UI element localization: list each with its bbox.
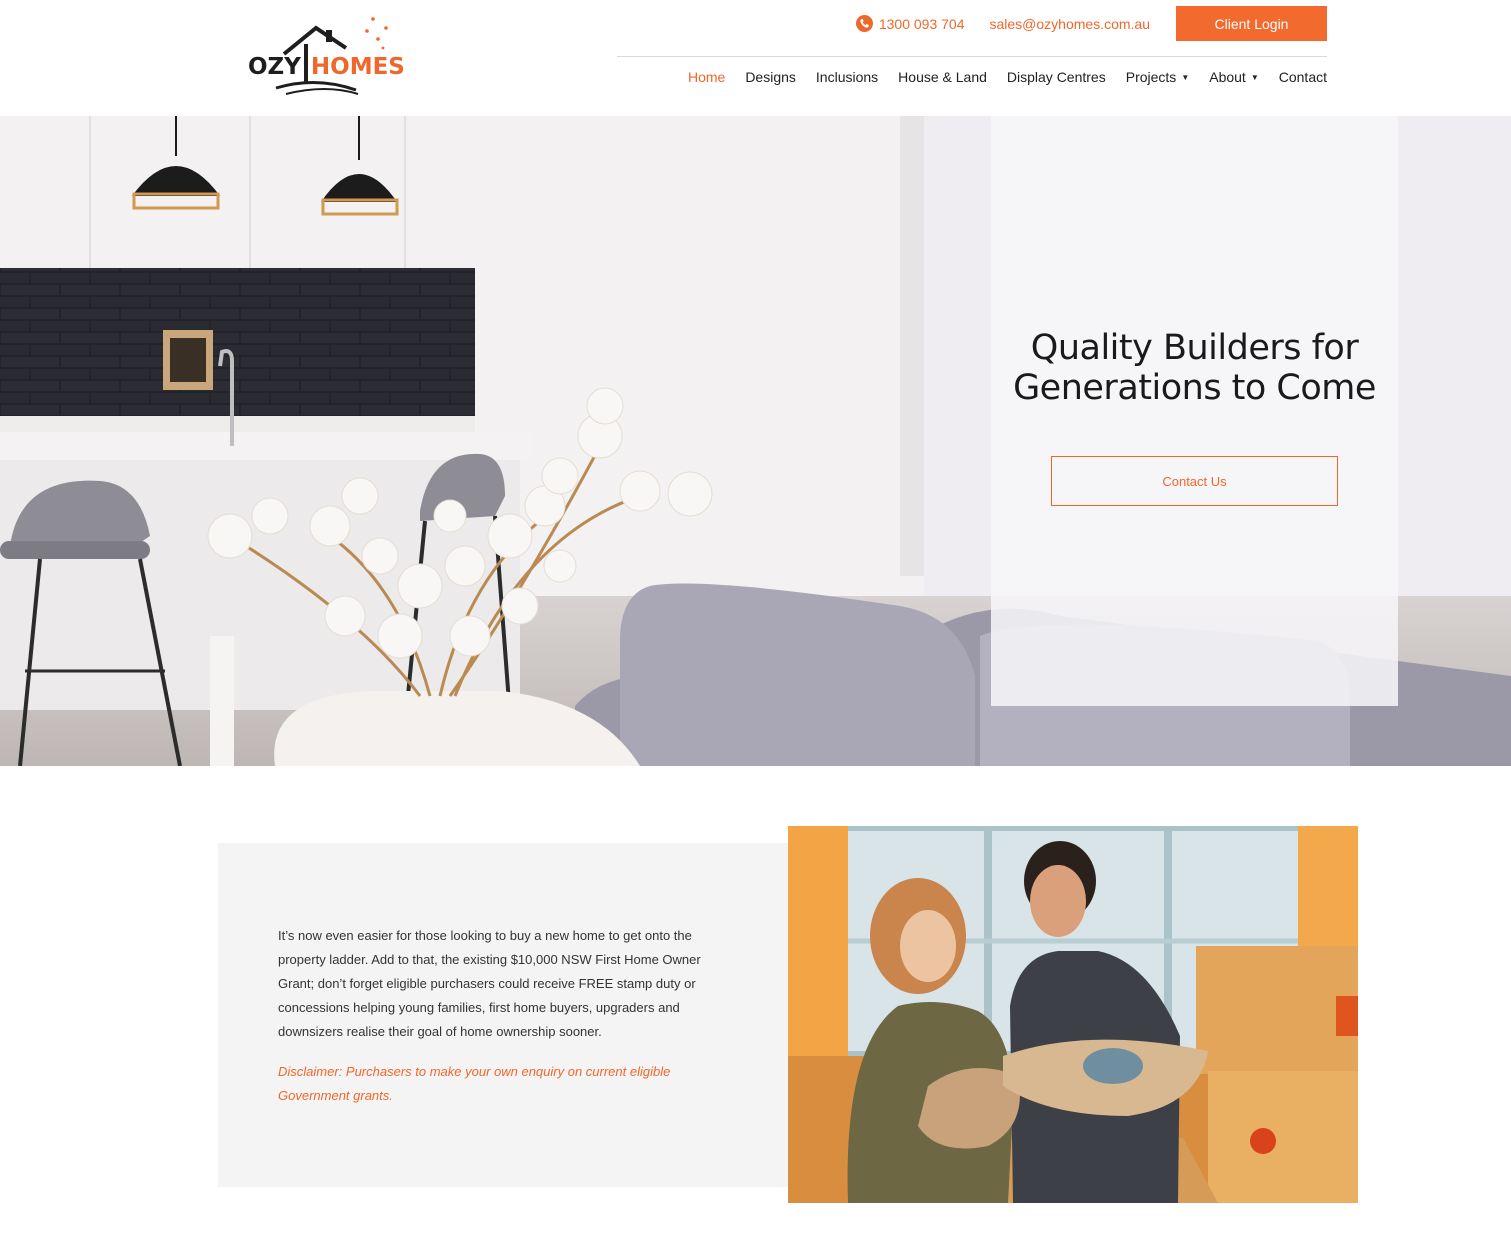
nav-item-label: Home: [687, 69, 726, 85]
phone-link[interactable]: 1300 093 704: [855, 15, 965, 32]
phone-number: 1300 093 704: [878, 15, 965, 32]
nav-item-label: House & Land: [898, 69, 987, 85]
hero-section: Quality Builders for Generations to Come…: [0, 116, 1511, 766]
hero-title-line2: Generations to Come: [1013, 368, 1376, 408]
couple-unpacking-photo: [788, 826, 1358, 1203]
hero-title: Quality Builders for Generations to Come: [991, 328, 1398, 408]
site-header: OZY HOMES 1300 093 704 sales@ozyhomes.com…: [0, 0, 1511, 116]
nav-item-contact[interactable]: Contact: [1279, 69, 1327, 85]
nav-item-about[interactable]: About ▼: [1209, 69, 1259, 85]
contact-us-button[interactable]: Contact Us: [1051, 456, 1338, 506]
nav-item-label: Display Centres: [1006, 69, 1106, 85]
caret-down-icon: ▼: [1181, 72, 1190, 82]
nav-divider: [617, 56, 1327, 57]
email-link[interactable]: sales@ozyhomes.com.au: [989, 16, 1150, 32]
hero-title-line1: Quality Builders for: [1030, 328, 1359, 368]
logo-word-homes: HOMES: [310, 54, 405, 80]
nav-item-inclusions[interactable]: Inclusions: [816, 69, 878, 85]
hero-panel: Quality Builders for Generations to Come…: [991, 116, 1398, 706]
grant-info-panel: It’s now even easier for those looking t…: [218, 843, 788, 1187]
nav-item-label: Projects: [1125, 69, 1177, 85]
nav-item-home[interactable]: Home: [688, 69, 725, 85]
caret-down-icon: ▼: [1250, 72, 1259, 82]
header-topbar: 1300 093 704 sales@ozyhomes.com.au Clien…: [855, 6, 1327, 41]
nav-item-label: About: [1209, 69, 1246, 85]
nav-item-projects[interactable]: Projects ▼: [1126, 69, 1190, 85]
nav-item-house-and-land[interactable]: House & Land: [898, 69, 987, 85]
nav-item-display-centres[interactable]: Display Centres: [1007, 69, 1106, 85]
ozy-homes-logo[interactable]: OZY HOMES: [246, 14, 405, 98]
phone-icon: [855, 15, 873, 32]
logo-word-ozy: OZY: [248, 54, 301, 80]
nav-item-designs[interactable]: Designs: [745, 69, 796, 85]
grant-info-text: It’s now even easier for those looking t…: [278, 928, 701, 1039]
grant-disclaimer: Disclaimer: Purchasers to make your own …: [278, 1064, 671, 1103]
logo-wordmark: OZY HOMES: [248, 54, 405, 80]
nav-item-label: Designs: [745, 69, 796, 85]
main-nav: Home Designs Inclusions House & Land Dis…: [688, 68, 1327, 86]
nav-item-label: Contact: [1278, 69, 1327, 85]
nav-item-label: Inclusions: [815, 69, 879, 85]
client-login-button[interactable]: Client Login: [1176, 6, 1327, 41]
